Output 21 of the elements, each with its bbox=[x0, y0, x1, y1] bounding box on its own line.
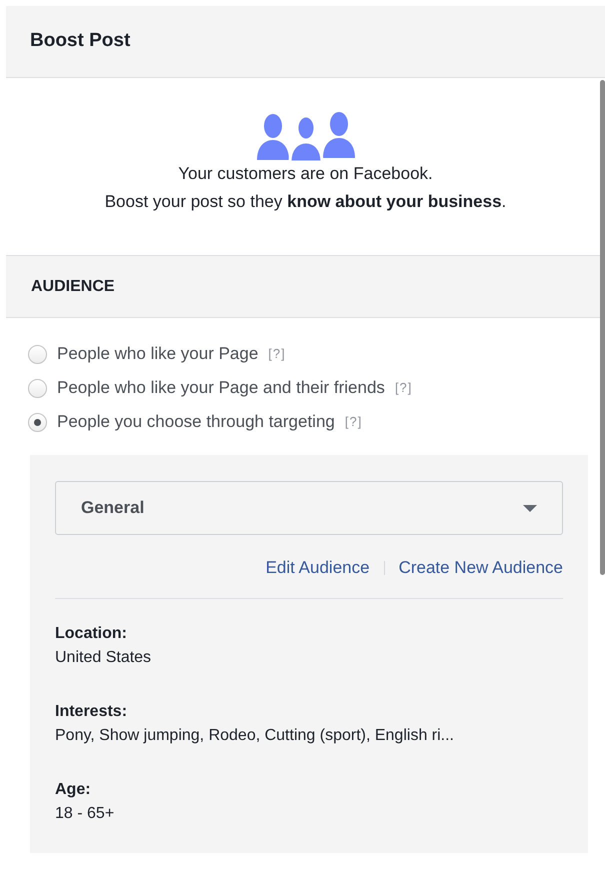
audience-link[interactable]: Edit Audience bbox=[266, 555, 370, 581]
intro-text: Your customers are on Facebook. bbox=[178, 163, 433, 185]
radio-button[interactable] bbox=[28, 412, 47, 432]
option-label: People who like your Page and their friends bbox=[57, 377, 385, 400]
detail-value: 18 - 65+ bbox=[55, 804, 116, 824]
radio-button[interactable] bbox=[28, 344, 47, 364]
option-label: People who like your Page bbox=[57, 343, 258, 366]
intro-text: Boost your post so they know about your business. bbox=[104, 191, 506, 213]
detail-label: Age: bbox=[55, 780, 92, 800]
detail-label: Location: bbox=[55, 624, 128, 644]
caret-icon bbox=[523, 504, 537, 512]
detail-label: Interests: bbox=[55, 702, 128, 722]
option-label: People you choose through targeting bbox=[57, 411, 335, 434]
audience-link[interactable]: Create New Audience bbox=[398, 555, 563, 581]
detail-value: Pony, Show jumping, Rodeo, Cutting (sport), English ri... bbox=[55, 726, 455, 746]
header-title: Boost Post bbox=[30, 29, 130, 54]
detail-value: United States bbox=[55, 648, 152, 668]
scrollbar[interactable] bbox=[600, 80, 605, 575]
section-title: AUDIENCE bbox=[31, 276, 115, 296]
radio-button[interactable] bbox=[28, 378, 47, 398]
audience-dropdown[interactable]: General bbox=[55, 481, 563, 535]
